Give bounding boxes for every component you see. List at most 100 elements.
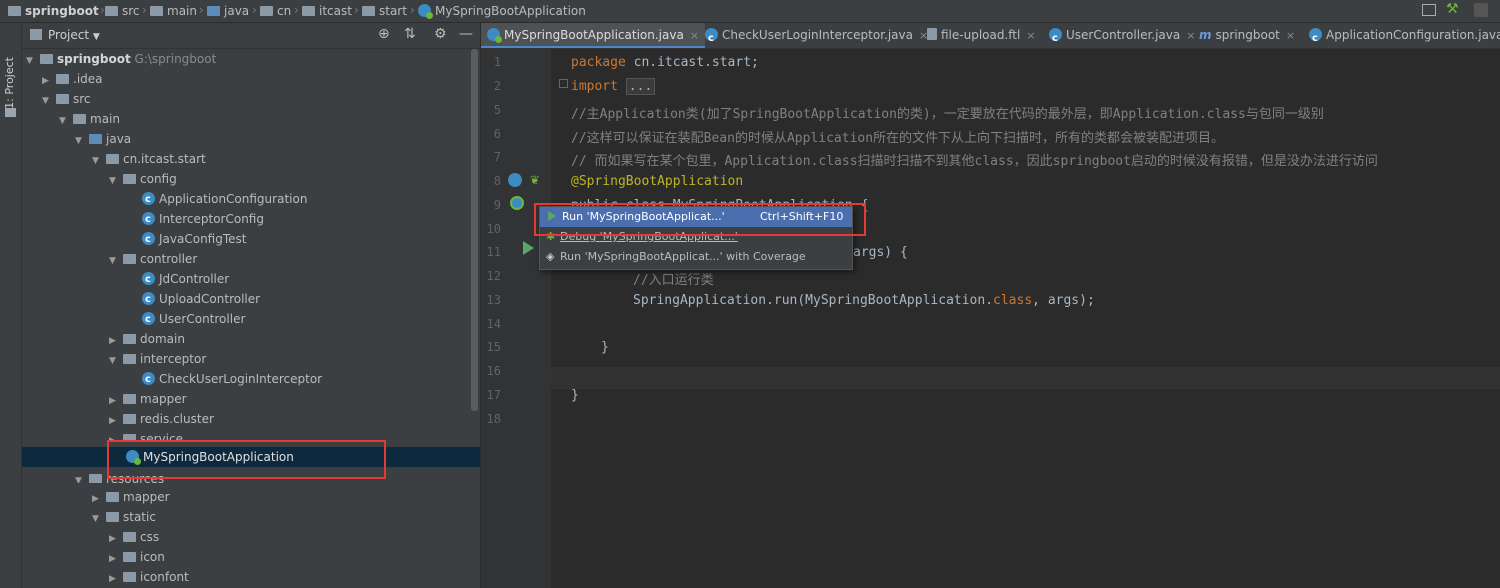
expand-arrow-icon[interactable]: ▼ [92, 151, 102, 171]
folder-icon [106, 512, 119, 522]
breadcrumb-separator: › [294, 3, 299, 17]
tree-item-javaconfigtest[interactable]: JavaConfigTest [142, 229, 246, 250]
class-icon [1049, 26, 1062, 51]
collapse-arrow-icon[interactable]: ▶ [109, 529, 119, 549]
tool-window-strip: 1: Project [0, 23, 22, 588]
tab-springboot[interactable]: m springboot × [1193, 23, 1301, 48]
line-number: 16 [486, 364, 501, 378]
expand-arrow-icon[interactable]: ▼ [59, 111, 69, 131]
tree-item-resources-mapper[interactable]: ▶ mapper [92, 487, 170, 507]
expand-arrow-icon[interactable]: ▼ [75, 471, 85, 483]
run-config-icon[interactable] [1474, 3, 1488, 17]
tree-item-main[interactable]: ▼ main [59, 109, 120, 129]
close-icon[interactable]: × [690, 29, 699, 42]
code-line-7: // 而如果写在某个包里，Application.class扫描时扫描不到其他c… [571, 154, 1378, 169]
folder-icon [106, 492, 119, 502]
build-hammer-icon[interactable]: ⚒ [1446, 1, 1459, 17]
expand-arrow-icon[interactable]: ▼ [42, 91, 52, 111]
tab-usercontroller[interactable]: UserController.java× [1043, 23, 1201, 51]
breadcrumb-item-class[interactable]: MySpringBootApplication [418, 3, 586, 19]
breadcrumb-item-start[interactable]: start [362, 3, 407, 19]
breadcrumb-separator: › [252, 3, 257, 17]
folder-icon [8, 6, 21, 16]
layout-icon[interactable] [1422, 4, 1436, 16]
file-icon [927, 28, 937, 40]
expand-arrow-icon[interactable]: ▼ [75, 131, 85, 151]
tree-item-redis-cluster[interactable]: ▶ redis.cluster [109, 409, 214, 429]
collapse-arrow-icon[interactable]: ▶ [109, 569, 119, 588]
breadcrumb-separator: › [354, 3, 359, 17]
tree-item-src[interactable]: ▼ src [42, 89, 91, 109]
breadcrumb-separator: › [199, 3, 204, 17]
collapse-arrow-icon[interactable]: ▶ [109, 331, 119, 351]
expand-arrow-icon[interactable]: ▼ [109, 351, 119, 371]
tree-item-uploadcontroller[interactable]: UploadController [142, 289, 260, 310]
collapse-arrow-icon[interactable]: ▶ [92, 489, 102, 509]
close-icon[interactable]: × [1286, 29, 1295, 42]
tab-applicationconfiguration[interactable]: ApplicationConfiguration.java× [1303, 23, 1500, 51]
spring-bean-gutter-icon[interactable] [508, 173, 522, 187]
maven-icon: m [1199, 28, 1212, 42]
fold-marker-icon[interactable] [559, 79, 568, 88]
collapse-arrow-icon[interactable]: ▶ [109, 391, 119, 411]
expand-arrow-icon[interactable]: ▼ [92, 509, 102, 529]
collapse-arrow-icon[interactable]: ▶ [109, 549, 119, 569]
code-line-2: import ... [571, 78, 656, 95]
gear-icon[interactable]: ⚙ [434, 26, 447, 42]
close-icon[interactable]: × [1026, 29, 1035, 42]
code-line-11: args) { [853, 245, 908, 260]
tab-checkuserlogininterceptor[interactable]: CheckUserLoginInterceptor.java× [699, 23, 934, 51]
code-line-6: //这样可以保证在装配Bean的时候从Application所在的文件下从上向下… [571, 131, 1225, 146]
tree-item-config[interactable]: ▼ config [109, 169, 177, 189]
package-icon [106, 154, 119, 164]
tree-item-css[interactable]: ▶ css [109, 527, 159, 547]
folded-imports[interactable]: ... [625, 78, 656, 95]
tree-item-java[interactable]: ▼ java [75, 129, 131, 149]
tree-item-package-cn-itcast-start[interactable]: ▼ cn.itcast.start [92, 149, 206, 169]
package-icon [260, 6, 273, 16]
tree-item-idea[interactable]: ▶ .idea [42, 69, 103, 89]
collapse-all-icon[interactable]: ⇅ [404, 26, 416, 42]
tree-item-applicationconfiguration[interactable]: ApplicationConfiguration [142, 189, 307, 210]
chevron-down-icon: ▼ [92, 32, 100, 42]
tree-item-icon[interactable]: ▶ icon [109, 547, 165, 567]
tree-item-controller[interactable]: ▼ controller [109, 249, 197, 269]
tree-item-springboot[interactable]: ▼ springboot G:\springboot [26, 49, 216, 69]
hide-panel-icon[interactable]: — [459, 26, 473, 42]
project-tool-window-button[interactable]: 1: Project [3, 57, 16, 109]
tree-item-checkuserlogininterceptor[interactable]: CheckUserLoginInterceptor [142, 369, 322, 390]
breadcrumb-item-cn[interactable]: cn [260, 3, 291, 19]
tree-item-iconfont[interactable]: ▶ iconfont [109, 567, 189, 587]
expand-arrow-icon[interactable]: ▼ [26, 51, 36, 71]
breadcrumb-item-java[interactable]: java [207, 3, 249, 19]
breadcrumb-item-main[interactable]: main [150, 3, 197, 19]
expand-arrow-icon[interactable]: ▼ [109, 251, 119, 271]
spring-boot-gutter-icon[interactable] [510, 196, 524, 210]
breadcrumb-item-src[interactable]: src [105, 3, 140, 19]
menu-item-run-with-coverage[interactable]: ◈ Run 'MySpringBootApplicat...' with Cove… [540, 247, 852, 267]
tree-item-domain[interactable]: ▶ domain [109, 329, 185, 349]
tree-item-jdcontroller[interactable]: JdController [142, 269, 229, 290]
code-editor[interactable]: 1 2 5 6 7 8 9 10 11 12 13 14 15 16 17 18… [481, 49, 1500, 588]
locate-icon[interactable]: ⊕ [378, 26, 390, 42]
package-icon [123, 414, 136, 424]
collapse-arrow-icon[interactable]: ▶ [42, 71, 52, 91]
tree-item-mapper[interactable]: ▶ mapper [109, 389, 187, 409]
project-view-selector[interactable]: Project ▼ [48, 28, 100, 42]
breadcrumb-item-itcast[interactable]: itcast [302, 3, 352, 19]
tab-file-upload-ftl[interactable]: file-upload.ftl × [921, 23, 1042, 48]
tab-myspringbootapplication[interactable]: MySpringBootApplication.java × [481, 23, 706, 48]
editor-gutter: 1 2 5 6 7 8 9 10 11 12 13 14 15 16 17 18… [481, 49, 568, 588]
tree-item-interceptor[interactable]: ▼ interceptor [109, 349, 206, 369]
project-tree: ▼ springboot G:\springboot ▶ .idea ▼ src ▼ m… [22, 49, 480, 588]
class-icon [142, 190, 155, 210]
tree-item-static[interactable]: ▼ static [92, 507, 156, 527]
spring-config-gutter-icon[interactable]: ❦ [530, 170, 539, 188]
collapse-arrow-icon[interactable]: ▶ [109, 411, 119, 431]
run-gutter-icon[interactable] [523, 241, 534, 255]
expand-arrow-icon[interactable]: ▼ [109, 171, 119, 191]
tree-scrollbar[interactable] [471, 49, 478, 411]
tree-item-usercontroller[interactable]: UserController [142, 309, 245, 330]
tree-item-interceptorconfig[interactable]: InterceptorConfig [142, 209, 264, 230]
breadcrumb-item-springboot[interactable]: springboot [8, 3, 99, 19]
